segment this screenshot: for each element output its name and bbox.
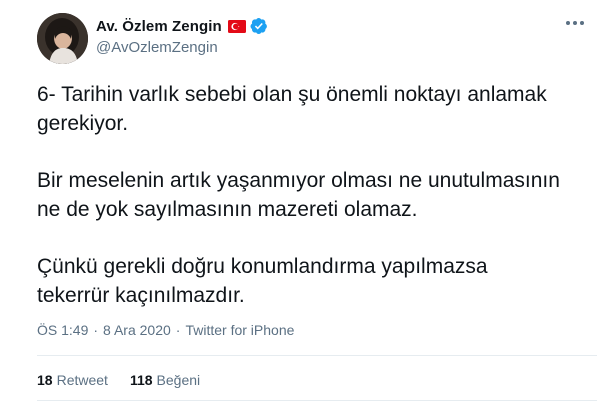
avatar-image bbox=[37, 13, 88, 64]
author-display-name[interactable]: Av. Özlem Zengin bbox=[96, 18, 222, 35]
author-handle[interactable]: @AvOzlemZengin bbox=[96, 39, 218, 56]
author-name-row[interactable]: Av. Özlem Zengin bbox=[96, 16, 268, 36]
tweet-card: Av. Özlem Zengin @AvOzlemZengin 6- Tarih… bbox=[0, 0, 616, 412]
meta-separator: · bbox=[175, 322, 181, 338]
tweet-date[interactable]: 8 Ara 2020 bbox=[103, 322, 171, 338]
avatar[interactable] bbox=[37, 13, 88, 64]
divider bbox=[37, 355, 597, 356]
tweet-source[interactable]: Twitter for iPhone bbox=[185, 322, 294, 338]
verified-badge-icon bbox=[250, 17, 267, 35]
retweet-label: Retweet bbox=[56, 372, 108, 388]
like-stat[interactable]: 118 Beğeni bbox=[130, 372, 200, 388]
tweet-line: Çünkü gerekli doğru konumlandırma yapılm… bbox=[37, 255, 488, 278]
meta-separator: · bbox=[93, 322, 99, 338]
like-label: Beğeni bbox=[156, 372, 201, 388]
tweet-line: 6- Tarihin varlık sebebi olan şu önemli … bbox=[37, 83, 547, 106]
divider bbox=[37, 400, 597, 401]
tweet-text: 6- Tarihin varlık sebebi olan şu önemli … bbox=[37, 80, 597, 310]
retweet-count: 18 bbox=[37, 372, 53, 388]
tweet-line: Bir meselenin artık yaşanmıyor olması ne… bbox=[37, 169, 560, 192]
more-dot bbox=[573, 21, 577, 25]
tweet-line: gerekiyor. bbox=[37, 112, 129, 135]
retweet-stat[interactable]: 18 Retweet bbox=[37, 372, 108, 388]
tweet-line: tekerrür kaçınılmazdır. bbox=[37, 284, 245, 307]
more-dot bbox=[566, 21, 570, 25]
like-count: 118 bbox=[129, 372, 153, 388]
tweet-stats: 18 Retweet 118 Beğeni bbox=[37, 372, 200, 388]
more-options-icon[interactable] bbox=[566, 18, 588, 28]
more-dot bbox=[580, 21, 584, 25]
tweet-line: ne de yok sayılmasının mazereti olamaz. bbox=[37, 198, 418, 221]
turkey-flag-icon bbox=[227, 19, 246, 33]
tweet-meta: ÖS 1:49 · 8 Ara 2020 · Twitter for iPhon… bbox=[37, 322, 294, 338]
tweet-time[interactable]: ÖS 1:49 bbox=[37, 322, 88, 338]
